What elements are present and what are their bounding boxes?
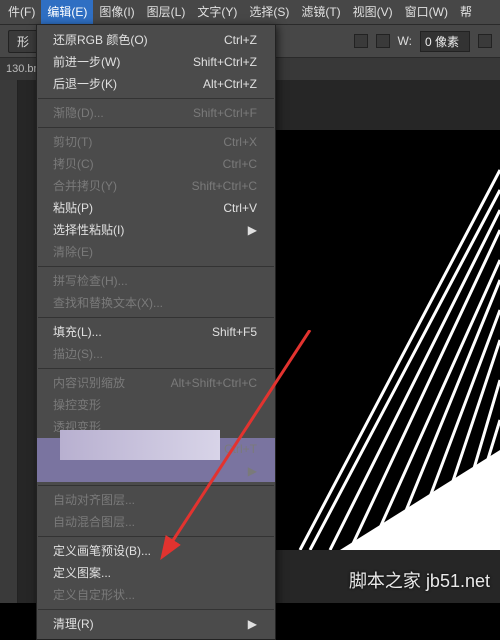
menu-item-label: 还原RGB 颜色(O)	[53, 32, 148, 48]
menu-item-label: 后退一步(K)	[53, 76, 117, 92]
menu-item: ▶	[37, 460, 275, 482]
menu-item: 剪切(T) Ctrl+X	[37, 131, 275, 153]
menu-file[interactable]: 件(F)	[2, 0, 41, 24]
menu-item-shortcut: ▶	[248, 616, 257, 632]
menu-help[interactable]: 帮	[454, 0, 478, 24]
menu-layer[interactable]: 图层(L)	[141, 0, 192, 24]
menu-item-label: 操控变形	[53, 397, 101, 413]
menu-item[interactable]: 定义画笔预设(B)...	[37, 540, 275, 562]
menu-window[interactable]: 窗口(W)	[399, 0, 454, 24]
menu-item[interactable]: 选择性粘贴(I) ▶	[37, 219, 275, 241]
menu-item-label: 合并拷贝(Y)	[53, 178, 117, 194]
menu-item: 清除(E)	[37, 241, 275, 263]
menu-item-label: 剪切(T)	[53, 134, 92, 150]
menu-item[interactable]: 粘贴(P) Ctrl+V	[37, 197, 275, 219]
menu-item-label: 粘贴(P)	[53, 200, 93, 216]
menubar: 件(F) 编辑(E) 图像(I) 图层(L) 文字(Y) 选择(S) 滤镜(T)…	[0, 0, 500, 24]
menu-item: 渐隐(D)... Shift+Ctrl+F	[37, 102, 275, 124]
menu-item[interactable]: 还原RGB 颜色(O) Ctrl+Z	[37, 29, 275, 51]
menu-item-shortcut: Alt+Ctrl+Z	[203, 76, 257, 92]
menu-item-label: 描边(S)...	[53, 346, 103, 362]
menu-separator	[38, 317, 274, 318]
menu-select[interactable]: 选择(S)	[243, 0, 295, 24]
menu-item-label: 渐隐(D)...	[53, 105, 104, 121]
width-label: W:	[398, 34, 412, 48]
menu-item: 自动混合图层...	[37, 511, 275, 533]
vertical-ruler	[0, 80, 18, 603]
menu-separator	[38, 536, 274, 537]
menu-item[interactable]: 后退一步(K) Alt+Ctrl+Z	[37, 73, 275, 95]
watermark-text: 脚本之家 jb51.net	[349, 567, 490, 593]
menu-item: 操控变形	[37, 394, 275, 416]
menu-item-shortcut: Ctrl+V	[223, 200, 257, 216]
menu-item-label: 内容识别缩放	[53, 375, 125, 391]
menu-item-shortcut: Ctrl+X	[223, 134, 257, 150]
menu-item-shortcut: Ctrl+Z	[224, 32, 257, 48]
menu-item-label: 拼写检查(H)...	[53, 273, 128, 289]
document-artwork[interactable]	[260, 130, 500, 550]
menu-separator	[38, 266, 274, 267]
menu-item[interactable]: 填充(L)... Shift+F5	[37, 321, 275, 343]
menu-item[interactable]: 清理(R) ▶	[37, 613, 275, 635]
menu-item-label: 定义自定形状...	[53, 587, 135, 603]
menu-type[interactable]: 文字(Y)	[191, 0, 243, 24]
menu-item: 描边(S)...	[37, 343, 275, 365]
menu-separator	[38, 98, 274, 99]
menu-item-shortcut: Shift+Ctrl+C	[192, 178, 257, 194]
menu-item: 自动对齐图层...	[37, 489, 275, 511]
menu-item-label: 清除(E)	[53, 244, 93, 260]
arrange-icon[interactable]	[376, 34, 390, 48]
menu-item-label: 拷贝(C)	[53, 156, 94, 172]
annotation-overlay	[60, 430, 220, 460]
menu-item-label: 填充(L)...	[53, 324, 102, 340]
menu-item-shortcut: Alt+Shift+Ctrl+C	[171, 375, 257, 391]
menu-item-label: 定义画笔预设(B)...	[53, 543, 151, 559]
menu-edit[interactable]: 编辑(E)	[41, 0, 93, 24]
menu-item-label: 查找和替换文本(X)...	[53, 295, 163, 311]
menu-item: 拷贝(C) Ctrl+C	[37, 153, 275, 175]
menu-item-label: 清理(R)	[53, 616, 94, 632]
menu-item[interactable]: 前进一步(W) Shift+Ctrl+Z	[37, 51, 275, 73]
menu-separator	[38, 609, 274, 610]
menu-item-shortcut: Ctrl+T	[224, 441, 257, 457]
link-icon[interactable]	[478, 34, 492, 48]
menu-view[interactable]: 视图(V)	[347, 0, 399, 24]
menu-item-label: 定义图案...	[53, 565, 111, 581]
menu-separator	[38, 485, 274, 486]
menu-item-label: 自动混合图层...	[53, 514, 135, 530]
menu-separator	[38, 368, 274, 369]
menu-item-label: 前进一步(W)	[53, 54, 120, 70]
brush-shape-icon	[260, 130, 500, 550]
menu-item-label: 自动对齐图层...	[53, 492, 135, 508]
edit-menu-dropdown: 还原RGB 颜色(O) Ctrl+Z 前进一步(W) Shift+Ctrl+Z 后退一步…	[36, 24, 276, 640]
menu-item: 内容识别缩放 Alt+Shift+Ctrl+C	[37, 372, 275, 394]
menu-item: 查找和替换文本(X)...	[37, 292, 275, 314]
menu-item-shortcut: Shift+Ctrl+Z	[193, 54, 257, 70]
menu-item-shortcut: Ctrl+C	[223, 156, 257, 172]
menu-item: 合并拷贝(Y) Shift+Ctrl+C	[37, 175, 275, 197]
menu-item-shortcut: ▶	[248, 222, 257, 238]
menu-item-label: 选择性粘贴(I)	[53, 222, 124, 238]
shape-mode-button[interactable]: 形	[8, 30, 38, 53]
menu-item-shortcut: Shift+Ctrl+F	[193, 105, 257, 121]
width-field[interactable]: 0 像素	[420, 31, 470, 52]
menu-item-shortcut: ▶	[248, 463, 257, 479]
menu-separator	[38, 127, 274, 128]
align-icon[interactable]	[354, 34, 368, 48]
menu-item: 拼写检查(H)...	[37, 270, 275, 292]
menu-item-shortcut: Shift+F5	[212, 324, 257, 340]
menu-item[interactable]: 定义图案...	[37, 562, 275, 584]
menu-filter[interactable]: 滤镜(T)	[295, 0, 346, 24]
menu-image[interactable]: 图像(I)	[93, 0, 140, 24]
